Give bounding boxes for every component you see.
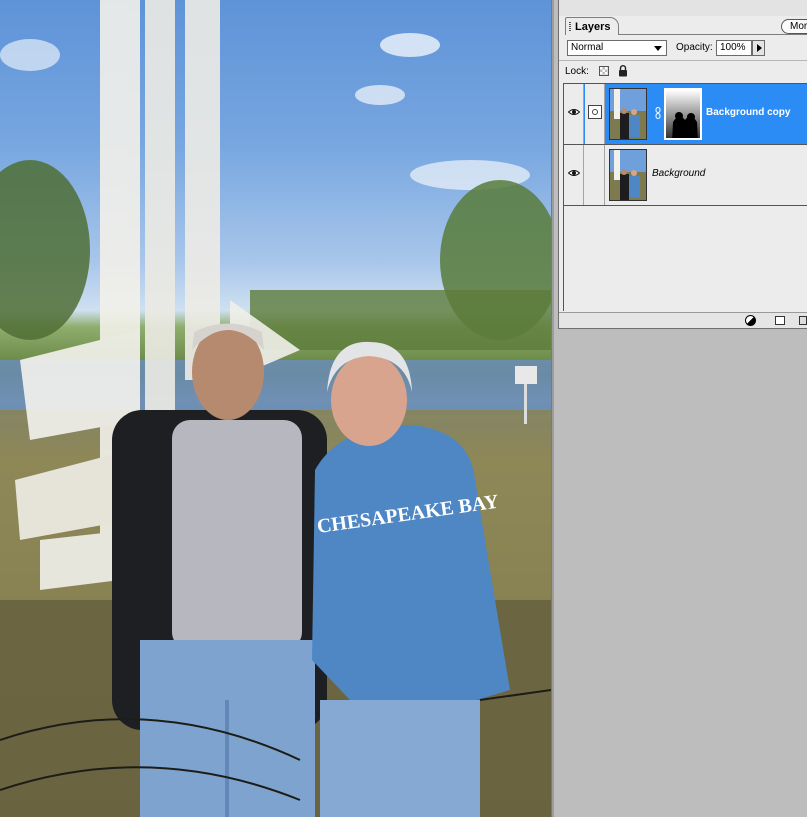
grip-icon (569, 22, 571, 31)
chain-icon[interactable] (655, 107, 661, 119)
layer-thumbnail[interactable] (609, 88, 647, 140)
adjustment-layer-icon[interactable] (745, 315, 756, 326)
tab-layers[interactable]: Layers (565, 17, 619, 35)
layers-palette: Layers More Normal Opacity: 100% Lock: (558, 0, 807, 329)
layer-thumbnail[interactable] (609, 149, 647, 201)
lock-all-icon[interactable] (618, 65, 628, 77)
opacity-input[interactable]: 100% (716, 40, 752, 56)
lock-label: Lock: (565, 66, 589, 77)
layers-list: Background copy Background (563, 83, 807, 311)
tab-divider (619, 34, 807, 35)
trash-icon[interactable] (799, 316, 807, 325)
layer-name[interactable]: Background copy (706, 107, 790, 118)
lock-transparent-icon[interactable] (599, 66, 609, 76)
layer-mask-thumbnail[interactable] (664, 88, 702, 140)
chevron-down-icon (654, 46, 662, 51)
eye-icon (568, 170, 580, 176)
more-options-button[interactable]: More (781, 19, 807, 34)
photo: CHESAPEAKE BAY (0, 0, 551, 817)
palette-footer (559, 312, 807, 328)
visibility-toggle[interactable] (564, 84, 584, 144)
layer-link-toggle[interactable] (585, 84, 605, 144)
opacity-slider-button[interactable] (752, 40, 765, 56)
eye-icon (568, 109, 580, 115)
layer-row-background-copy[interactable]: Background copy (564, 84, 807, 145)
blend-mode-value: Normal (571, 42, 604, 53)
visibility-toggle[interactable] (564, 145, 584, 205)
arrow-right-icon (757, 44, 762, 52)
new-layer-icon[interactable] (775, 316, 785, 325)
opacity-label: Opacity: (676, 42, 713, 53)
tab-label: Layers (575, 21, 611, 33)
canvas-edge (551, 0, 554, 817)
document-canvas[interactable]: CHESAPEAKE BAY (0, 0, 551, 817)
brush-icon (588, 105, 602, 119)
palette-title-strip[interactable] (559, 0, 807, 16)
layer-name[interactable]: Background (652, 168, 705, 179)
layer-row-background[interactable]: Background (564, 145, 807, 206)
layer-link-toggle[interactable] (585, 145, 605, 205)
blend-mode-select[interactable]: Normal (567, 40, 667, 56)
divider (559, 60, 807, 61)
